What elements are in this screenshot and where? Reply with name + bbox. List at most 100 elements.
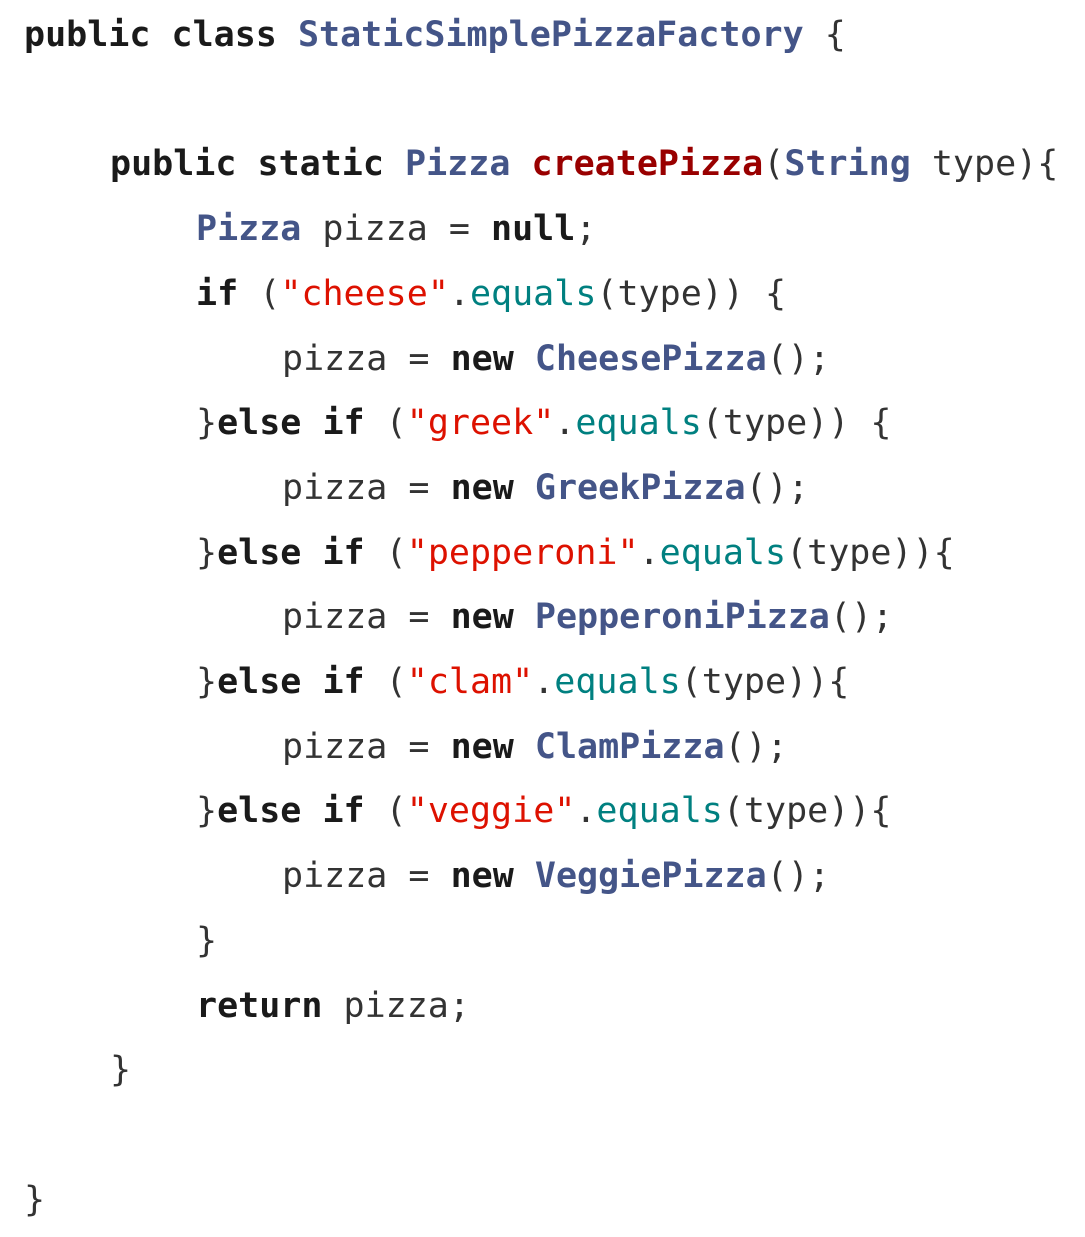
keyword-token: if: [322, 662, 365, 702]
code-text-token: .: [638, 532, 660, 573]
keyword-token: public: [24, 15, 151, 55]
code-text-token: (type)) {: [701, 403, 892, 444]
keyword-token: if: [322, 532, 365, 573]
code-line: }: [196, 909, 217, 974]
code-line: pizza = new ClamPizza();: [282, 715, 788, 780]
code-line: if ("cheese".equals(type)) {: [196, 262, 786, 327]
keyword-token: else: [217, 532, 302, 573]
type-name-token: ClamPizza: [534, 726, 725, 767]
keyword-token: return: [196, 985, 323, 1026]
keyword-token: new: [450, 726, 514, 767]
code-line: pizza = new GreekPizza();: [282, 456, 809, 521]
code-text-token: ;: [575, 209, 597, 250]
code-text-token: (type)){: [786, 532, 955, 573]
code-text-token: (: [364, 662, 407, 702]
method-name-token: createPizza: [531, 144, 764, 185]
string-literal-token: "cheese": [280, 273, 449, 314]
code-text-token: pizza =: [282, 856, 451, 897]
code-text-token: .: [533, 662, 555, 702]
method-call-token: equals: [554, 662, 681, 702]
code-line: }: [110, 1038, 131, 1103]
code-text-token: }: [196, 791, 218, 832]
code-text-token: {: [803, 15, 846, 55]
code-line: }else if ("veggie".equals(type)){: [196, 779, 891, 844]
code-text-token: }: [196, 532, 218, 573]
type-name-token: StaticSimplePizzaFactory: [297, 15, 804, 55]
keyword-token: if: [322, 791, 365, 832]
code-line: }else if ("pepperoni".equals(type)){: [196, 521, 955, 586]
code-line: pizza = new CheesePizza();: [282, 327, 830, 392]
keyword-token: class: [171, 15, 277, 55]
code-line: }else if ("clam".equals(type)){: [196, 650, 849, 715]
code-text-token: (: [364, 532, 407, 573]
code-text-token: .: [554, 403, 576, 444]
code-text-token: }: [24, 1179, 46, 1220]
keyword-token: null: [491, 209, 576, 250]
type-name-token: VeggiePizza: [534, 856, 767, 897]
keyword-token: new: [450, 856, 514, 897]
keyword-token: new: [450, 597, 514, 638]
method-call-token: equals: [575, 403, 702, 444]
code-line: Pizza pizza = null;: [196, 197, 596, 262]
code-text-token: ();: [745, 467, 809, 508]
type-name-token: PepperoniPizza: [534, 597, 830, 638]
string-literal-token: "greek": [406, 403, 555, 444]
code-text-token: }: [110, 1050, 132, 1091]
code-text-token: (: [238, 273, 281, 314]
code-text-token: pizza =: [301, 209, 492, 250]
method-call-token: equals: [659, 532, 787, 573]
string-literal-token: "pepperoni": [406, 532, 639, 573]
code-block: public class StaticSimplePizzaFactory {p…: [0, 0, 1085, 1237]
method-call-token: equals: [469, 273, 597, 314]
code-line: }: [24, 1168, 45, 1233]
keyword-token: if: [322, 403, 365, 444]
keyword-token: else: [217, 403, 302, 444]
code-text-token: ();: [766, 856, 830, 897]
code-line: pizza = new PepperoniPizza();: [282, 585, 893, 650]
code-text-token: pizza =: [282, 467, 451, 508]
keyword-token: else: [217, 662, 302, 702]
type-name-token: String: [784, 144, 911, 185]
code-text-token: pizza =: [282, 338, 451, 379]
code-text-token: }: [196, 662, 218, 702]
code-text-token: ();: [724, 726, 788, 767]
type-name-token: Pizza: [196, 209, 302, 250]
code-text-token: }: [196, 403, 218, 444]
code-text-token: pizza;: [322, 985, 470, 1026]
code-text-token: .: [575, 791, 597, 832]
type-name-token: Pizza: [405, 144, 511, 185]
code-text-token: (type)) {: [596, 273, 787, 314]
code-text-token: }: [196, 920, 218, 961]
type-name-token: GreekPizza: [534, 467, 746, 508]
type-name-token: CheesePizza: [534, 338, 767, 379]
code-text-token: (: [364, 791, 407, 832]
code-text-token: type){: [910, 144, 1059, 185]
code-text-token: ();: [766, 338, 830, 379]
keyword-token: new: [450, 338, 514, 379]
code-text-token: .: [448, 273, 470, 314]
code-text-token: (type)){: [722, 791, 892, 832]
string-literal-token: "veggie": [406, 791, 576, 832]
code-text-token: (: [763, 144, 785, 185]
code-text-token: (: [364, 403, 407, 444]
code-line: public class StaticSimplePizzaFactory {: [24, 3, 846, 68]
code-text-token: ();: [829, 597, 894, 638]
code-text-token: pizza =: [282, 597, 451, 638]
keyword-token: new: [450, 467, 514, 508]
code-line: pizza = new VeggiePizza();: [282, 844, 830, 909]
keyword-token: if: [196, 273, 239, 314]
code-line: }else if ("greek".equals(type)) {: [196, 391, 891, 456]
keyword-token: static: [257, 144, 384, 185]
